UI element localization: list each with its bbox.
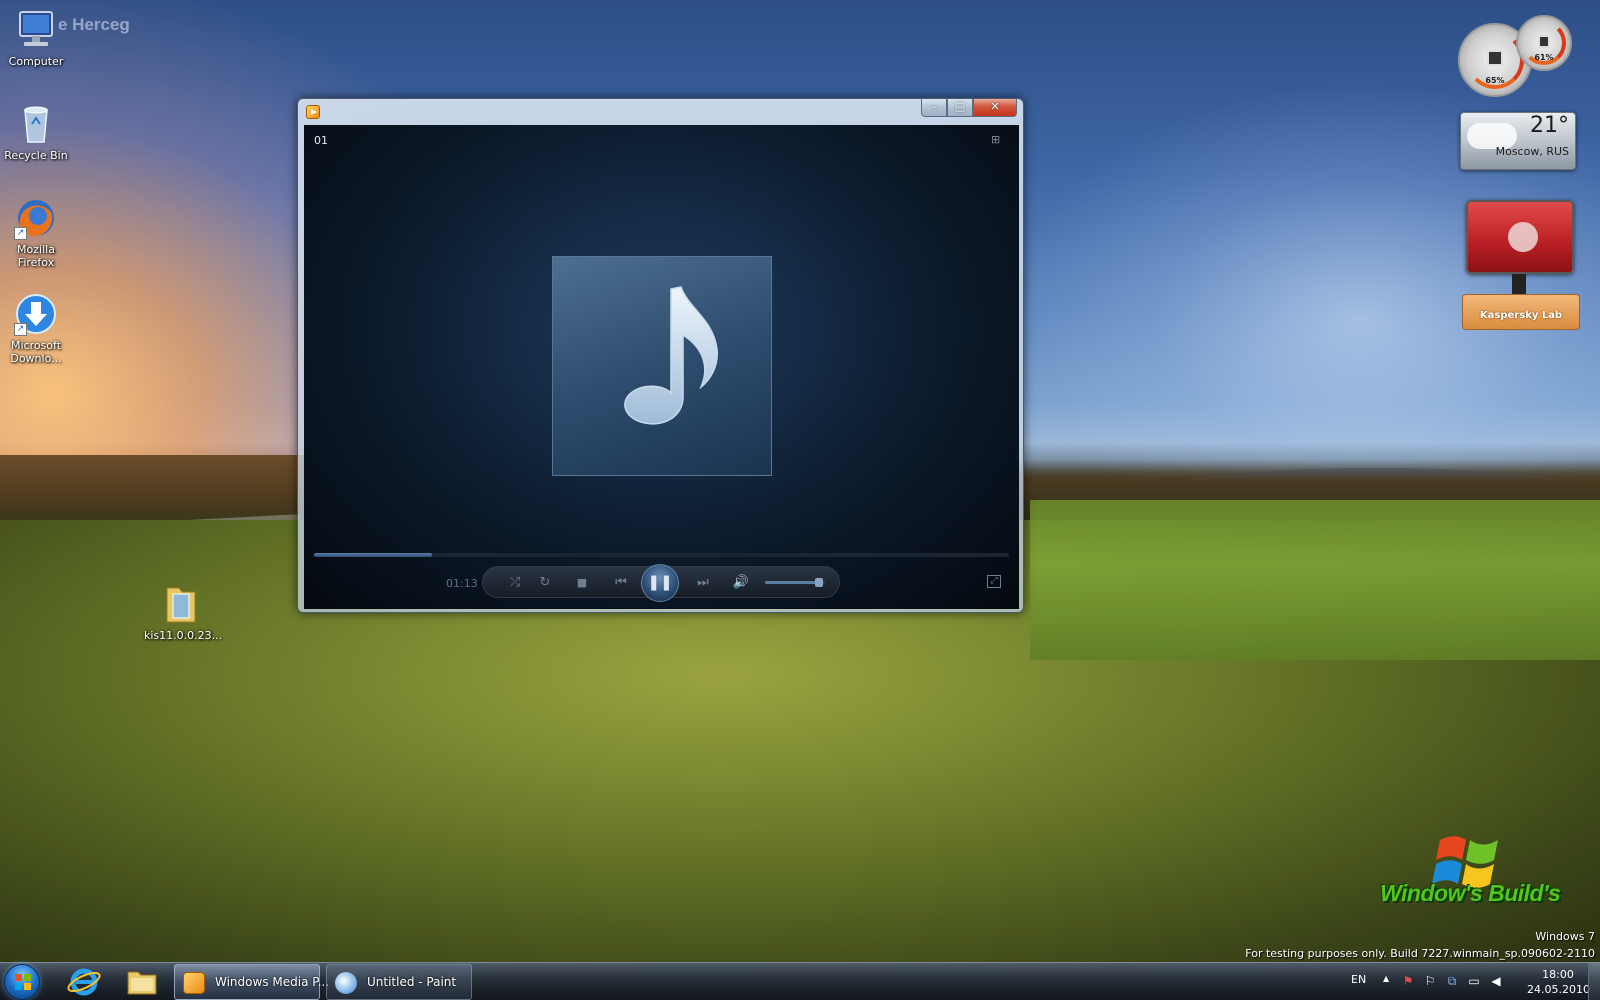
folder-icon [163, 582, 199, 626]
build-notice-watermark: For testing purposes only. Build 7227.wi… [1245, 947, 1595, 960]
desktop-icon-label: Mozilla Firefox [17, 243, 55, 269]
elapsed-time: 01:13 [446, 577, 478, 590]
cpu-percent: 65% [1485, 76, 1505, 86]
show-desktop-button[interactable] [1588, 963, 1600, 1000]
album-art [552, 256, 772, 476]
firefox-icon: ↗ [14, 196, 58, 240]
network-icon[interactable]: ▭ [1467, 974, 1481, 988]
seek-bar[interactable] [314, 553, 1009, 557]
desktop-icon-label: Recycle Bin [4, 149, 68, 162]
pause-button[interactable]: ❚❚ [641, 564, 679, 602]
volume-slider[interactable] [765, 578, 825, 587]
mute-button[interactable]: 🔊 [731, 574, 751, 592]
ram-percent: 61% [1534, 52, 1554, 62]
shortcut-arrow-icon: ↗ [14, 323, 27, 336]
ram-gauge: 61% [1516, 15, 1572, 71]
playback-controls: ⤮ ↻ ■ ⏮ ❚❚ ⏭ 🔊 [482, 564, 840, 602]
internet-explorer-icon [67, 968, 101, 996]
computer-icon [14, 8, 58, 52]
seek-bar-progress [314, 553, 433, 557]
desktop[interactable]: e Herceg Computer Recycle Bin ↗ Mozilla … [0, 0, 1600, 962]
paint-icon [335, 972, 357, 994]
desktop-icon-label: Computer [8, 55, 64, 68]
repeat-button[interactable]: ↻ [535, 574, 555, 592]
desktop-icon-recycle-bin[interactable]: Recycle Bin [0, 102, 72, 162]
stop-button[interactable]: ■ [572, 574, 592, 592]
weather-location: Moscow, RUS [1495, 145, 1569, 158]
close-button[interactable]: ✕ [973, 99, 1017, 117]
volume-icon[interactable]: ◀ [1489, 974, 1503, 988]
desktop-icon-computer[interactable]: Computer [0, 8, 72, 68]
media-player-icon[interactable] [306, 105, 320, 119]
recycle-bin-icon [14, 102, 58, 146]
kaspersky-logo-icon [1508, 222, 1538, 252]
kaspersky-tray-icon[interactable]: ⚑ [1401, 974, 1415, 988]
network-tray-icon[interactable]: ⧉ [1445, 974, 1459, 988]
kaspersky-monitor [1466, 200, 1574, 274]
media-player-window[interactable]: – □ ✕ 01 ⊞ 01:13 ⤮ ↻ ■ ⏮ ❚❚ ⏭ 🔊 ⤢ [297, 98, 1024, 613]
taskbar-pin-internet-explorer[interactable] [60, 965, 108, 999]
music-note-icon [624, 286, 718, 425]
weather-temperature: 21° [1530, 113, 1569, 138]
weather-gadget[interactable]: 21° Moscow, RUS [1460, 112, 1576, 170]
desktop-icon-kis-folder[interactable]: kis11.0.0.23... [144, 582, 223, 642]
minimize-button[interactable]: – [921, 99, 947, 117]
desktop-icon-firefox[interactable]: ↗ Mozilla Firefox [0, 196, 72, 269]
previous-button[interactable]: ⏮ [607, 574, 635, 592]
volume-thumb[interactable] [815, 578, 823, 587]
track-label: 01 [314, 134, 328, 147]
taskbar-app-media-player[interactable]: Windows Media P... [174, 964, 329, 1000]
clock-date[interactable]: 24.05.2010 [1527, 983, 1590, 996]
taskbar-app-paint[interactable]: Untitled - Paint [326, 964, 472, 1000]
taskbar-app-label: Windows Media P... [215, 975, 330, 989]
shuffle-button[interactable]: ⤮ [505, 574, 525, 592]
next-button[interactable]: ⏭ [689, 574, 717, 592]
maximize-button[interactable]: □ [947, 99, 973, 117]
window-caption-buttons: – □ ✕ [921, 99, 1017, 118]
desktop-icon-microsoft-download[interactable]: ↗ Microsoft Downlo... [0, 292, 72, 365]
download-icon: ↗ [14, 292, 58, 336]
kaspersky-stand [1512, 274, 1526, 294]
fullscreen-button[interactable]: ⤢ [987, 575, 1001, 588]
gauge-hub [1486, 49, 1504, 67]
start-button[interactable] [4, 964, 40, 1000]
os-name-watermark: Windows 7 [1535, 930, 1595, 943]
kaspersky-label: Kaspersky Lab [1479, 310, 1563, 321]
show-hidden-icons-button[interactable]: ▲ [1383, 974, 1389, 983]
clock-time[interactable]: 18:00 [1527, 968, 1589, 981]
taskbar-app-label: Untitled - Paint [367, 975, 457, 989]
language-indicator[interactable]: EN [1351, 973, 1366, 986]
action-center-icon[interactable]: ⚐ [1423, 974, 1437, 988]
folder-icon [127, 971, 157, 995]
media-player-icon [183, 972, 205, 994]
volume-level [765, 581, 819, 584]
window-title-bar[interactable]: – □ ✕ [298, 99, 1023, 125]
kaspersky-gadget[interactable]: Kaspersky Lab [1462, 200, 1582, 334]
switch-to-library-icon[interactable]: ⊞ [991, 134, 1007, 146]
cpu-meter-gadget[interactable]: 65% 61% [1458, 15, 1598, 100]
windows-build-logo: Window's Build's [1380, 880, 1561, 906]
windows-logo-icon [15, 974, 31, 990]
shortcut-arrow-icon: ↗ [14, 227, 27, 240]
taskbar-pin-windows-explorer[interactable] [118, 965, 166, 999]
desktop-icon-label: kis11.0.0.23... [144, 629, 223, 642]
now-playing-view[interactable]: 01 ⊞ 01:13 ⤮ ↻ ■ ⏮ ❚❚ ⏭ 🔊 ⤢ [304, 125, 1019, 609]
desktop-icon-label: Microsoft Downlo... [10, 339, 62, 365]
taskbar[interactable]: Windows Media P... Untitled - Paint EN ▲… [0, 962, 1600, 1000]
wallpaper-field [1030, 500, 1600, 660]
gauge-hub [1537, 35, 1551, 48]
